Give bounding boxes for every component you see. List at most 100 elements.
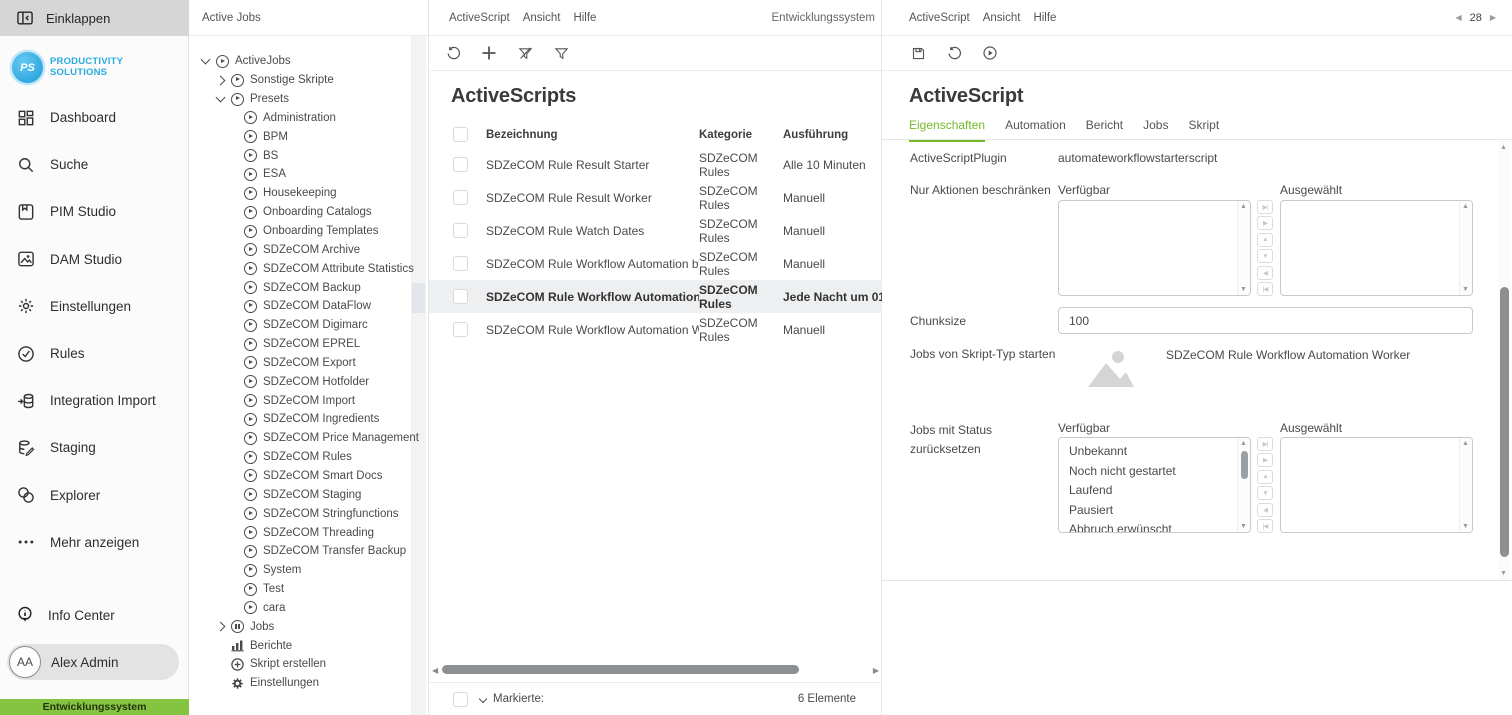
tree-item[interactable]: SDZeCOM Transfer Backup (189, 542, 411, 561)
listbox-option[interactable]: Pausiert (1059, 500, 1236, 520)
status-selected-listbox[interactable]: ▲ ▼ (1280, 437, 1473, 533)
refresh-button[interactable] (942, 41, 966, 65)
tree-item-berichte[interactable]: Berichte (189, 636, 411, 655)
tree-item[interactable]: SDZeCOM Threading (189, 523, 411, 542)
move-up-button[interactable]: ▲ (1257, 470, 1273, 484)
scroll-up-icon[interactable]: ▲ (1462, 440, 1469, 447)
save-button[interactable] (906, 41, 930, 65)
actions-available-listbox[interactable]: ▲ ▼ (1058, 200, 1251, 296)
filter-button[interactable] (549, 41, 573, 65)
tree-item[interactable]: SDZeCOM Smart Docs (189, 467, 411, 486)
listbox-option[interactable]: Abbruch erwünscht (1059, 519, 1236, 533)
tree-item[interactable]: Administration (189, 109, 411, 128)
sidebar-item-dam-studio[interactable]: DAM Studio (0, 236, 189, 283)
sidebar-item-mehr-anzeigen[interactable]: Mehr anzeigen (0, 519, 189, 566)
sidebar-item-pim-studio[interactable]: PIM Studio (0, 188, 189, 235)
tree-item[interactable]: System (189, 561, 411, 580)
tree-item[interactable]: SDZeCOM Hotfolder (189, 372, 411, 391)
select-all-checkbox[interactable] (453, 127, 468, 142)
move-all-left-button[interactable]: |◀ (1257, 519, 1273, 533)
status-available-listbox[interactable]: Unbekannt Noch nicht gestartet Laufend P… (1058, 437, 1251, 533)
table-row[interactable]: SDZeCOM Rule Workflow Automation by d...… (429, 247, 882, 280)
move-all-left-button[interactable]: |◀ (1257, 282, 1273, 296)
tree-item[interactable]: SDZeCOM Backup (189, 278, 411, 297)
tree-scrollbar[interactable] (411, 36, 426, 715)
sidebar-item-info-center[interactable]: Info Center (0, 601, 189, 629)
tree-item[interactable]: cara (189, 598, 411, 617)
tree-item-skript-erstellen[interactable]: Skript erstellen (189, 655, 411, 674)
horizontal-scrollbar-thumb[interactable] (442, 665, 799, 674)
run-button[interactable] (978, 41, 1002, 65)
vertical-scrollbar[interactable]: ▲ ▼ (1499, 141, 1510, 580)
tree-item[interactable]: SDZeCOM Digimarc (189, 316, 411, 335)
sidebar-item-dashboard[interactable]: Dashboard (0, 94, 189, 141)
tree-scrollbar-thumb[interactable] (412, 283, 425, 313)
tree-item[interactable]: SDZeCOM Rules (189, 448, 411, 467)
move-all-right-button[interactable]: ▶| (1257, 437, 1273, 451)
row-checkbox[interactable] (453, 157, 468, 172)
listbox-scrollbar[interactable]: ▲ ▼ (1237, 201, 1250, 295)
menu-hilfe[interactable]: Hilfe (1033, 12, 1056, 24)
move-all-right-button[interactable]: ▶| (1257, 200, 1273, 214)
tree-item[interactable]: BS (189, 146, 411, 165)
chevron-down-icon[interactable] (216, 93, 226, 103)
pager-prev-icon[interactable]: ◀ (1455, 13, 1461, 22)
scroll-up-icon[interactable]: ▲ (1240, 203, 1247, 210)
scroll-left-icon[interactable]: ◀ (432, 666, 438, 675)
scroll-down-icon[interactable]: ▼ (1240, 523, 1247, 530)
tree-item[interactable]: SDZeCOM Import (189, 391, 411, 410)
menu-activescript[interactable]: ActiveScript (909, 12, 970, 24)
table-row-selected[interactable]: SDZeCOM Rule Workflow Automation Starter… (429, 280, 882, 313)
table-row[interactable]: SDZeCOM Rule Result Worker SDZeCOM Rules… (429, 181, 882, 214)
tree-item[interactable]: Onboarding Templates (189, 222, 411, 241)
column-ausfuehrung[interactable]: Ausführung (783, 129, 882, 141)
actions-selected-listbox[interactable]: ▲ ▼ (1280, 200, 1473, 296)
scroll-right-icon[interactable]: ▶ (873, 666, 879, 675)
menu-ansicht[interactable]: Ansicht (983, 12, 1021, 24)
tree-item[interactable]: Onboarding Catalogs (189, 203, 411, 222)
move-down-button[interactable]: ▼ (1257, 249, 1273, 263)
listbox-option[interactable]: Unbekannt (1059, 441, 1236, 461)
move-left-button[interactable]: ◀ (1257, 503, 1273, 517)
tree-item[interactable]: SDZeCOM Price Management (189, 429, 411, 448)
listbox-option[interactable]: Noch nicht gestartet (1059, 461, 1236, 481)
scroll-down-icon[interactable]: ▼ (1500, 570, 1507, 577)
scroll-up-icon[interactable]: ▲ (1240, 440, 1247, 447)
move-right-button[interactable]: ▶ (1257, 453, 1273, 467)
tree-item[interactable]: Presets (189, 90, 411, 109)
tree-item[interactable]: SDZeCOM Attribute Statistics (189, 259, 411, 278)
sidebar-item-einstellungen[interactable]: Einstellungen (0, 283, 189, 330)
row-checkbox[interactable] (453, 223, 468, 238)
sidebar-item-rules[interactable]: Rules (0, 330, 189, 377)
scroll-down-icon[interactable]: ▼ (1240, 286, 1247, 293)
tree-item[interactable]: ActiveJobs (189, 52, 411, 71)
listbox-scrollbar[interactable]: ▲ ▼ (1459, 438, 1472, 532)
chunksize-input[interactable] (1058, 307, 1473, 334)
tree-item[interactable]: SDZeCOM Ingredients (189, 410, 411, 429)
tree-item[interactable]: SDZeCOM Staging (189, 485, 411, 504)
tree-item[interactable]: ESA (189, 165, 411, 184)
sidebar-item-explorer[interactable]: Explorer (0, 472, 189, 519)
user-menu[interactable]: AA Alex Admin (7, 644, 179, 680)
tree-item[interactable]: Test (189, 580, 411, 599)
row-checkbox[interactable] (453, 256, 468, 271)
tree-item[interactable]: SDZeCOM Archive (189, 240, 411, 259)
tree-item[interactable]: Housekeeping (189, 184, 411, 203)
column-bezeichnung[interactable]: Bezeichnung (486, 129, 699, 141)
filter-clear-button[interactable] (513, 41, 537, 65)
move-right-button[interactable]: ▶ (1257, 216, 1273, 230)
listbox-scrollbar[interactable]: ▲ ▼ (1459, 201, 1472, 295)
move-down-button[interactable]: ▼ (1257, 486, 1273, 500)
sidebar-collapse-button[interactable]: Einklappen (0, 0, 189, 36)
move-left-button[interactable]: ◀ (1257, 266, 1273, 280)
row-checkbox[interactable] (453, 322, 468, 337)
listbox-option[interactable]: Laufend (1059, 480, 1236, 500)
listbox-scrollbar-thumb[interactable] (1241, 451, 1248, 479)
scroll-down-icon[interactable]: ▼ (1462, 286, 1469, 293)
menu-activescript[interactable]: ActiveScript (449, 12, 510, 24)
table-row[interactable]: SDZeCOM Rule Watch Dates SDZeCOM Rules M… (429, 214, 882, 247)
horizontal-scrollbar[interactable]: ◀ ▶ (429, 663, 882, 678)
row-checkbox[interactable] (453, 289, 468, 304)
vertical-scrollbar-thumb[interactable] (1500, 287, 1509, 557)
tree-item[interactable]: SDZeCOM EPREL (189, 335, 411, 354)
